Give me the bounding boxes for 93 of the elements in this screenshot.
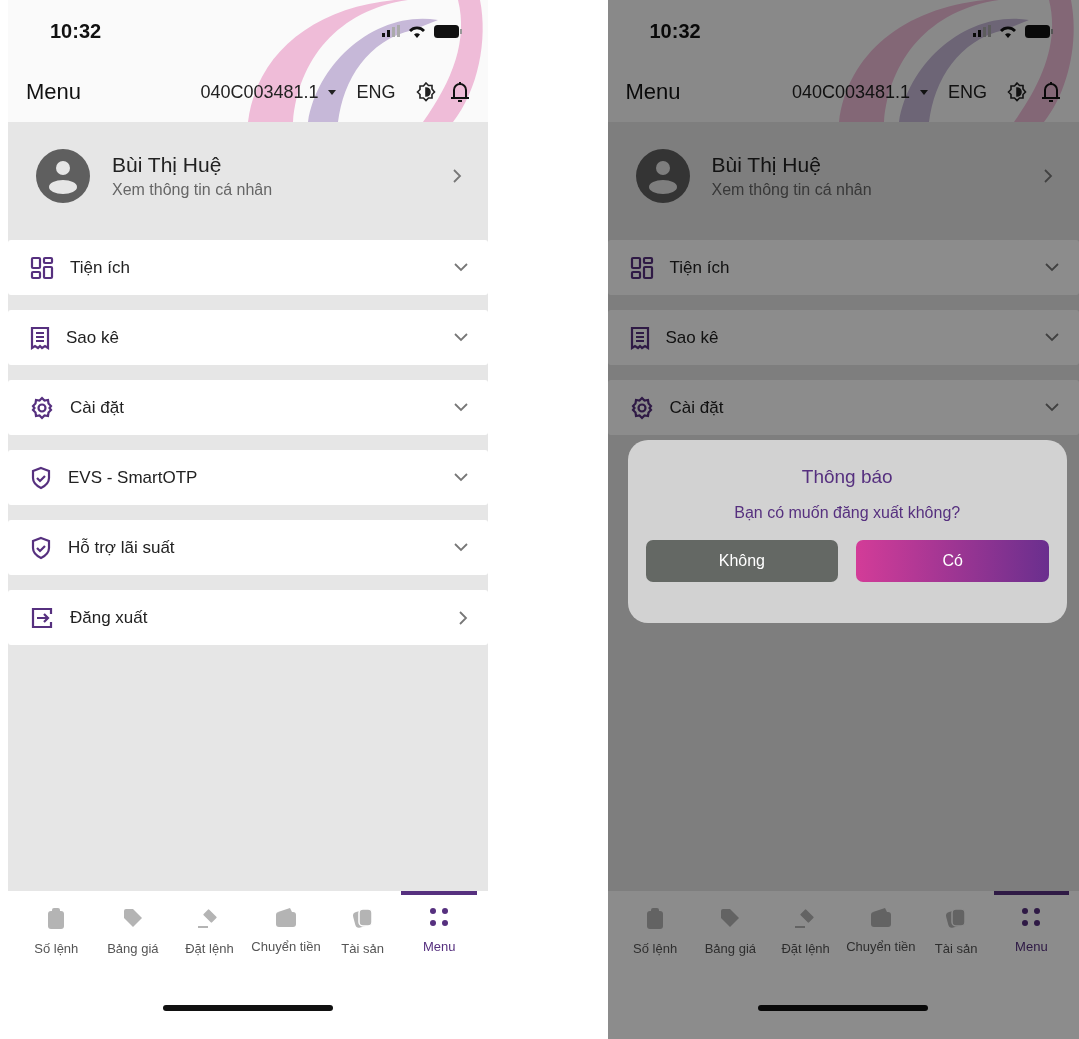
- shield-check-icon: [30, 465, 52, 490]
- signal-icon: [973, 25, 991, 37]
- chevron-right-icon: [452, 169, 462, 183]
- chevron-down-icon: [1045, 333, 1059, 342]
- chevron-down-icon: [453, 473, 468, 482]
- menu-label: Cài đặt: [70, 397, 125, 418]
- tag-icon: [121, 907, 144, 929]
- screen-title: Menu: [625, 79, 682, 105]
- logout-icon: [30, 606, 54, 629]
- menu-label: Hỗ trợ lãi suất: [68, 537, 176, 558]
- nav-tab[interactable]: Tài sản: [918, 891, 994, 1005]
- cards-icon: [945, 907, 968, 929]
- menu-label: Tiện ích: [70, 257, 131, 278]
- receipt-icon: [629, 325, 650, 350]
- sun-gear-icon: [415, 82, 436, 102]
- avatar-icon: [36, 149, 90, 203]
- receipt-icon: [30, 325, 50, 350]
- chevron-down-icon: [1045, 263, 1059, 272]
- wallet-icon: [275, 907, 297, 927]
- nav-tab[interactable]: Chuyển tiền: [843, 891, 919, 1005]
- menu-dots-icon: [1021, 907, 1042, 927]
- sun-gear-icon: [1007, 82, 1027, 102]
- menu-row[interactable]: Đăng xuất: [8, 590, 488, 645]
- profile-link-text: Xem thông tin cá nhân: [711, 181, 873, 199]
- menu-label: EVS - SmartOTP: [68, 467, 199, 488]
- wallet-icon: [869, 907, 892, 927]
- cards-icon: [351, 907, 374, 929]
- battery-icon: [1025, 24, 1053, 38]
- nav-tab[interactable]: Số lệnh: [18, 891, 95, 1005]
- chevron-down-icon: [453, 403, 468, 412]
- account-selector[interactable]: 040C003481.1: [200, 81, 337, 103]
- nav-tab[interactable]: Đặt lệnh: [171, 891, 248, 1005]
- menu-row[interactable]: Tiện ích: [607, 240, 1079, 295]
- settings-icon: [30, 395, 54, 420]
- profile-row[interactable]: Bùi Thị Huệ Xem thông tin cá nhân: [8, 122, 488, 230]
- chevron-down-icon: [453, 263, 468, 272]
- wifi-icon: [407, 24, 426, 38]
- menu-dots-icon: [429, 907, 450, 927]
- signal-icon: [381, 25, 400, 37]
- status-time: 10:32: [649, 19, 701, 43]
- menu-row[interactable]: Cài đặt: [607, 380, 1079, 435]
- bell-icon: [449, 81, 470, 103]
- menu-row[interactable]: Tiện ích: [8, 240, 488, 295]
- nav-tab[interactable]: Số lệnh: [617, 891, 693, 1005]
- nav-tab[interactable]: Tài sản: [324, 891, 401, 1005]
- user-name: Bùi Thị Huệ: [112, 153, 223, 177]
- menu-row[interactable]: Hỗ trợ lãi suất: [8, 520, 488, 575]
- cancel-button[interactable]: Không: [645, 540, 839, 582]
- notification-button[interactable]: [1041, 81, 1061, 103]
- status-time: 10:32: [50, 19, 102, 43]
- tag-icon: [719, 907, 742, 929]
- profile-row[interactable]: Bùi Thị Huệ Xem thông tin cá nhân: [607, 122, 1079, 230]
- chevron-down-icon: [453, 543, 468, 552]
- menu-label: Cài đặt: [669, 397, 725, 418]
- dialog-title: Thông báo: [801, 466, 893, 488]
- language-button[interactable]: ENG: [942, 81, 993, 103]
- menu-label: Đăng xuất: [70, 607, 149, 628]
- theme-button[interactable]: [415, 82, 436, 102]
- user-name: Bùi Thị Huệ: [711, 153, 822, 177]
- nav-tab[interactable]: Bảng giá: [692, 891, 768, 1005]
- clipboard-icon: [646, 907, 665, 929]
- settings-icon: [629, 395, 654, 420]
- battery-icon: [433, 24, 462, 38]
- chevron-right-icon: [1044, 169, 1053, 183]
- nav-tab[interactable]: Chuyển tiền: [247, 891, 325, 1005]
- nav-tab[interactable]: Bảng giá: [94, 891, 172, 1005]
- notification-button[interactable]: [449, 81, 470, 103]
- nav-tab[interactable]: Đặt lệnh: [768, 891, 844, 1005]
- grid-icon: [30, 255, 54, 280]
- profile-link-text: Xem thông tin cá nhân: [112, 181, 274, 199]
- menu-row[interactable]: EVS - SmartOTP: [8, 450, 488, 505]
- menu-row[interactable]: Sao kê: [8, 310, 488, 365]
- chevron-right-icon: [458, 610, 468, 625]
- menu-label: Sao kê: [665, 327, 720, 348]
- clipboard-icon: [47, 907, 66, 929]
- chevron-down-icon: [453, 333, 468, 342]
- account-selector[interactable]: 040C003481.1: [791, 81, 928, 103]
- caret-down-icon: [920, 89, 928, 95]
- avatar-icon: [635, 149, 690, 203]
- caret-down-icon: [328, 89, 337, 95]
- shield-check-icon: [30, 535, 52, 560]
- dialog-message: Bạn có muốn đăng xuất không?: [734, 504, 961, 522]
- menu-row[interactable]: Cài đặt: [8, 380, 488, 435]
- menu-label: Tiện ích: [669, 257, 731, 278]
- menu-row[interactable]: Sao kê: [607, 310, 1079, 365]
- bell-icon: [1041, 81, 1061, 103]
- screen-title: Menu: [26, 79, 83, 105]
- menu-label: Sao kê: [66, 327, 120, 348]
- grid-icon: [629, 255, 654, 280]
- language-button[interactable]: ENG: [350, 81, 402, 103]
- chevron-down-icon: [1045, 403, 1059, 412]
- confirm-button[interactable]: Có: [856, 540, 1049, 582]
- wifi-icon: [999, 24, 1017, 38]
